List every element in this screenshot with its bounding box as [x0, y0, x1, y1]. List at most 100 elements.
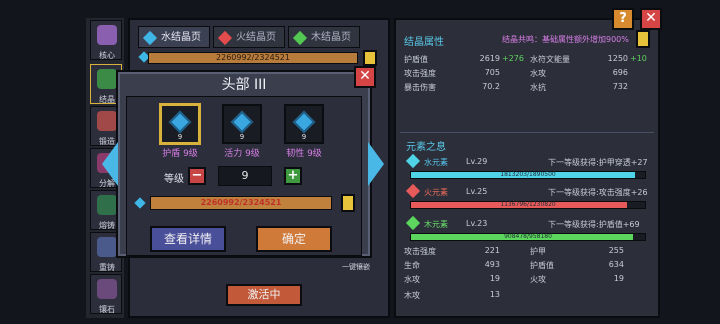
panel-close-button[interactable]: ✕ — [640, 8, 662, 30]
modal-exp-text: 2260992/2324521 — [200, 198, 282, 207]
crystal-tabs: 水结晶页 火结晶页 木结晶页 — [138, 26, 360, 48]
stat-value: 705 — [484, 68, 500, 77]
level-increase-button[interactable]: + — [284, 167, 302, 185]
next-arrow-icon[interactable] — [368, 142, 384, 186]
slot-level: 9 — [177, 133, 183, 141]
element-breath-title: 元素之息 — [406, 142, 446, 153]
level-decrease-button[interactable]: − — [188, 167, 206, 185]
element-exp-text: 1813203/1890500 — [500, 171, 556, 178]
tab-label: 木结晶页 — [311, 32, 351, 43]
cast-icon — [97, 195, 117, 215]
wood-exp-bar: 908478/958180 — [410, 233, 646, 241]
stat-value: 221 — [484, 246, 500, 255]
tab-label: 火结晶页 — [236, 32, 276, 43]
stat-row: 攻击强度 705 水攻 696 — [404, 68, 634, 82]
crystal-icon — [97, 69, 117, 89]
fire-gem-icon — [217, 30, 233, 46]
water-exp-bar: 1813203/1890500 — [410, 171, 646, 179]
water-gem-icon — [142, 30, 158, 46]
help-button[interactable]: ? — [612, 8, 634, 30]
stat-row: 暴击伤害 70.2 水抗 732 — [404, 82, 634, 96]
slot-level: 9 — [301, 133, 307, 141]
stat-row: 护盾值 2619 +276 水符文能量 1250 +10 — [404, 54, 647, 68]
element-next-reward: 下一等级获得:攻击强度+26 — [548, 188, 648, 197]
sidebar-item-core[interactable]: 核心 — [90, 20, 122, 60]
stat-name: 木攻 — [404, 291, 420, 300]
crystal-exp-text: 2260992/2324521 — [216, 53, 290, 62]
activate-button[interactable]: 激活中 — [226, 284, 302, 306]
tab-fire-crystal[interactable]: 火结晶页 — [213, 26, 285, 48]
core-icon — [97, 25, 117, 45]
stat-name: 攻击强度 — [404, 69, 436, 78]
slot-level: 9 — [239, 133, 245, 141]
stat-value: 696 — [612, 68, 628, 77]
slot-label-shield: 护盾 9级 — [162, 149, 198, 159]
stat-name: 护甲 — [530, 247, 546, 256]
bag-icon[interactable] — [363, 50, 377, 66]
crystal-slot-vitality[interactable]: 9 — [222, 104, 262, 144]
stat-name: 暴击伤害 — [404, 83, 436, 92]
element-level: Lv.25 — [466, 187, 488, 196]
crystal-exp-bar: 2260992/2324521 — [148, 52, 358, 64]
element-exp-text: 908478/958180 — [504, 233, 552, 240]
stat-value: 634 — [608, 260, 624, 269]
stat-increase: +10 — [630, 54, 647, 63]
stat-value: 1250 — [607, 54, 628, 63]
stat-value: 255 — [608, 246, 624, 255]
element-next-reward: 下一等级获得:护甲穿透+27 — [548, 158, 648, 167]
water-crystal-icon — [292, 110, 316, 134]
element-name: 水元素 — [424, 158, 448, 167]
stat-value: 493 — [484, 260, 500, 269]
sidebar-item-label: 镶石 — [99, 305, 115, 314]
level-input[interactable]: 9 — [218, 166, 272, 186]
stat-value: 13 — [489, 290, 500, 299]
element-stat-row: 攻击强度 221 护甲 255 — [404, 246, 634, 260]
one-click-inlay-label[interactable]: 一键镶嵌 — [342, 262, 372, 274]
stat-name: 水攻 — [404, 275, 420, 284]
stat-value: 70.2 — [482, 82, 500, 91]
element-next-reward: 下一等级获得:护盾值+69 — [548, 220, 640, 229]
crystal-slot-shield[interactable]: 9 — [160, 104, 200, 144]
view-details-button[interactable]: 查看详情 — [150, 226, 226, 252]
confirm-button[interactable]: 确定 — [256, 226, 332, 252]
crystal-slot-toughness[interactable]: 9 — [284, 104, 324, 144]
level-label: 等级 — [164, 174, 184, 185]
sidebar-item-inlay[interactable]: 镶石 — [90, 274, 122, 314]
wood-gem-icon — [292, 30, 308, 46]
stat-value: 19 — [613, 274, 624, 283]
element-level: Lv.23 — [466, 219, 488, 228]
slot-label-vitality: 活力 9级 — [224, 149, 260, 159]
stat-name: 护盾值 — [530, 261, 554, 270]
element-exp-text: 1136796/1230820 — [500, 201, 556, 208]
slot-label-toughness: 韧性 9级 — [286, 149, 322, 159]
water-crystal-icon — [168, 110, 192, 134]
tab-water-crystal[interactable]: 水结晶页 — [138, 26, 210, 48]
modal-close-button[interactable]: ✕ — [354, 66, 376, 88]
crystal-attributes-title: 结晶属性 — [404, 37, 444, 48]
element-stat-row: 水攻 19 火攻 19 — [404, 274, 634, 288]
sidebar-item-label: 重铸 — [99, 263, 115, 272]
forge-icon — [97, 111, 117, 131]
fire-exp-bar: 1136796/1230820 — [410, 201, 646, 209]
tab-wood-crystal[interactable]: 木结晶页 — [288, 26, 360, 48]
resonance-text: 结晶共鸣：基础属性额外增加900% — [502, 35, 629, 44]
element-name: 木元素 — [424, 220, 448, 229]
prev-arrow-icon[interactable] — [102, 142, 118, 186]
bag-icon[interactable] — [636, 30, 650, 48]
stat-name: 水符文能量 — [530, 55, 570, 64]
stat-name: 火攻 — [530, 275, 546, 284]
stat-increase: +276 — [502, 54, 524, 63]
element-stat-row: 生命 493 护盾值 634 — [404, 260, 634, 274]
inlay-icon — [97, 279, 117, 299]
water-crystal-icon — [230, 110, 254, 134]
stat-value: 2619 — [479, 54, 500, 63]
stat-name: 护盾值 — [404, 55, 428, 64]
reforge-icon — [97, 237, 117, 257]
bag-icon[interactable] — [341, 194, 355, 212]
sidebar-item-label: 熔铸 — [99, 221, 115, 230]
stat-value: 19 — [489, 274, 500, 283]
element-level: Lv.29 — [466, 157, 488, 166]
stat-name: 水攻 — [530, 69, 546, 78]
element-name: 火元素 — [424, 188, 448, 197]
stat-name: 生命 — [404, 261, 420, 270]
